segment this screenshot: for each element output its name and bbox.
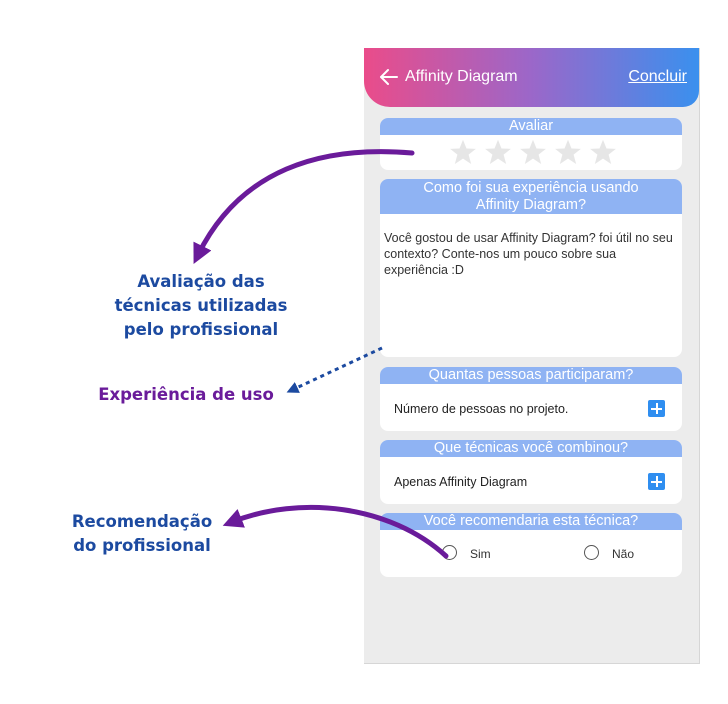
rating-arrow: [193, 149, 415, 264]
annotation-arrows: [193, 149, 449, 559]
recommend-annotation: Recomendação do profissional: [58, 510, 226, 558]
recommend-annotation-line2: do profissional: [73, 536, 211, 555]
experience-arrow: [286, 346, 383, 393]
rating-annotation-line3: pelo profissional: [123, 320, 279, 339]
rating-annotation-line2: técnicas utilizadas: [114, 296, 288, 315]
rating-annotation-line1: Avaliação das: [137, 272, 265, 291]
recommend-arrow: [222, 504, 449, 559]
rating-annotation: Avaliação das técnicas utilizadas pelo p…: [96, 270, 306, 342]
experience-annotation: Experiência de uso: [98, 385, 274, 404]
recommend-annotation-line1: Recomendação: [71, 512, 213, 531]
